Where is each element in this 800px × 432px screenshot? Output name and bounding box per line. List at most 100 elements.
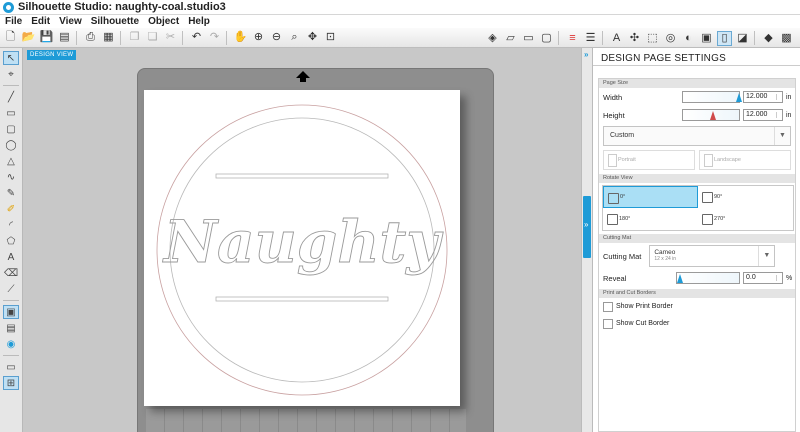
trace-icon[interactable]: ◐	[681, 31, 696, 46]
landscape-button[interactable]: Landscape	[699, 150, 791, 170]
store-icon[interactable]: ◉	[3, 337, 19, 351]
page-size-value: Custom	[610, 132, 635, 139]
toolbar-divider	[182, 30, 183, 45]
open-icon[interactable]: 📂	[21, 30, 36, 45]
chevron-down-icon[interactable]: ▼	[758, 246, 774, 266]
design-view-icon[interactable]: ▣	[3, 305, 19, 319]
eraser-tool-icon[interactable]: ◆	[761, 31, 776, 46]
save-icon[interactable]: 💾	[39, 30, 54, 45]
menu-view[interactable]: View	[59, 16, 82, 27]
show-print-border-row[interactable]: Show Print Border	[599, 298, 795, 315]
select-icon[interactable]: ↖	[3, 51, 19, 65]
width-label: Width	[603, 92, 623, 102]
reveal-input[interactable]: 0.0	[743, 272, 783, 284]
rotate-0-button[interactable]: 0°	[603, 186, 698, 208]
library-view-icon[interactable]: ▤	[3, 321, 19, 335]
rotate-270-button[interactable]: 270°	[698, 208, 793, 230]
menu-object[interactable]: Object	[148, 16, 179, 27]
page-icon[interactable]: ▭	[3, 360, 19, 374]
smooth-freehand-icon[interactable]: ✐	[3, 202, 19, 216]
width-input[interactable]: 12.000	[743, 91, 783, 103]
panel-splitter[interactable]: »	[581, 48, 593, 432]
height-input[interactable]: 12.000	[743, 109, 783, 121]
zoom-select-icon[interactable]: ⌕	[287, 30, 302, 45]
cut-settings-icon[interactable]: ▯	[717, 30, 732, 46]
artwork[interactable]: Naughty	[144, 90, 460, 406]
slider-knob[interactable]	[677, 274, 683, 283]
print-icon[interactable]: ⎙	[83, 30, 98, 45]
cut-print-icon[interactable]: ▦	[101, 30, 116, 45]
width-slider[interactable]	[682, 91, 742, 103]
split-view-icon[interactable]: ⊞	[3, 376, 19, 390]
offset-icon[interactable]: ◎	[663, 31, 678, 46]
regular-polygon-icon[interactable]: ⬠	[3, 234, 19, 248]
replicate-icon[interactable]: ✣	[627, 31, 642, 46]
design-page-icon[interactable]: ▣	[699, 31, 714, 46]
rectangle-icon[interactable]: ▭	[3, 106, 19, 120]
slider-knob[interactable]	[736, 93, 742, 102]
freehand-icon[interactable]: ✎	[3, 186, 19, 200]
knife-icon[interactable]: ⟋	[3, 282, 19, 296]
top-bar-path[interactable]	[215, 173, 389, 179]
height-slider[interactable]	[682, 109, 740, 121]
arc-icon[interactable]: ◜	[3, 218, 19, 232]
chevron-down-icon[interactable]: ▼	[774, 127, 790, 145]
line-color-icon[interactable]: ▱	[503, 31, 518, 46]
show-cut-border-row[interactable]: Show Cut Border	[599, 315, 795, 332]
polygon-icon[interactable]: △	[3, 154, 19, 168]
point-edit-icon[interactable]: ⌖	[3, 67, 19, 81]
rotate-180-button[interactable]: 180°	[603, 208, 698, 230]
naughty-text[interactable]: Naughty	[162, 208, 445, 277]
cutting-mat-dropdown[interactable]: Cameo 12 x 24 in ▼	[649, 245, 776, 267]
drag-icon[interactable]: ✥	[305, 30, 320, 45]
design-page[interactable]: Naughty	[144, 90, 460, 406]
redo-icon[interactable]: ↷	[207, 30, 222, 45]
text-icon[interactable]: A	[3, 250, 19, 264]
rounded-rectangle-icon[interactable]: ▢	[3, 122, 19, 136]
rotate-90-button[interactable]: 90°	[698, 186, 793, 208]
eraser-icon[interactable]: ⌫	[3, 266, 19, 280]
portrait-button[interactable]: Portrait	[603, 150, 695, 170]
menu-file[interactable]: File	[5, 16, 22, 27]
cut-style-icon[interactable]: ≡	[565, 31, 580, 46]
collapse-icon[interactable]: »	[584, 50, 588, 59]
design-canvas[interactable]: Naughty	[23, 48, 581, 432]
copy-icon[interactable]: ❐	[127, 30, 142, 45]
panel-toggle-button[interactable]	[583, 196, 591, 258]
undo-icon[interactable]: ↶	[189, 30, 204, 45]
send-icon[interactable]: ◪	[735, 31, 750, 46]
page-size-dropdown[interactable]: Custom ▼	[603, 126, 791, 146]
paste-icon[interactable]: ❏	[145, 30, 160, 45]
show-cut-border-checkbox[interactable]	[603, 318, 613, 329]
fill-icon[interactable]: ◈	[485, 31, 500, 46]
design-view-label: DESIGN VIEW	[27, 50, 77, 60]
toolbar-divider	[120, 30, 121, 45]
line-style-icon[interactable]: ▭	[521, 31, 536, 46]
slider-knob[interactable]	[710, 111, 716, 120]
menu-silhouette[interactable]: Silhouette	[91, 16, 139, 27]
bottom-bar-path[interactable]	[215, 296, 389, 302]
menu-help[interactable]: Help	[188, 16, 210, 27]
save-as-icon[interactable]: ▤	[57, 30, 72, 45]
line-width-icon[interactable]: ▢	[539, 31, 554, 46]
line-icon[interactable]: ╱	[3, 90, 19, 104]
reveal-slider[interactable]	[676, 272, 740, 284]
app-icon	[3, 1, 14, 13]
load-direction-arrow-icon	[296, 71, 310, 82]
zoom-out-icon[interactable]: ⊖	[269, 30, 284, 45]
fit-page-icon[interactable]: ⊡	[323, 30, 338, 45]
print-cut-section: Print and Cut Borders	[599, 289, 795, 298]
align-icon[interactable]: ☰	[583, 31, 598, 46]
cut-icon[interactable]: ✂	[163, 30, 178, 45]
curve-icon[interactable]: ∿	[3, 170, 19, 184]
library-icon[interactable]: ▩	[779, 31, 794, 46]
modify-icon[interactable]: ⬚	[645, 31, 660, 46]
text-style-icon[interactable]: A	[609, 31, 624, 46]
zoom-in-icon[interactable]: ⊕	[251, 30, 266, 45]
pan-icon[interactable]: ✋	[233, 30, 248, 45]
ellipse-icon[interactable]: ◯	[3, 138, 19, 152]
new-icon[interactable]: 🗋	[3, 30, 18, 45]
toolbar-divider	[754, 31, 755, 45]
menu-edit[interactable]: Edit	[31, 16, 50, 27]
show-print-border-checkbox[interactable]	[603, 301, 613, 312]
